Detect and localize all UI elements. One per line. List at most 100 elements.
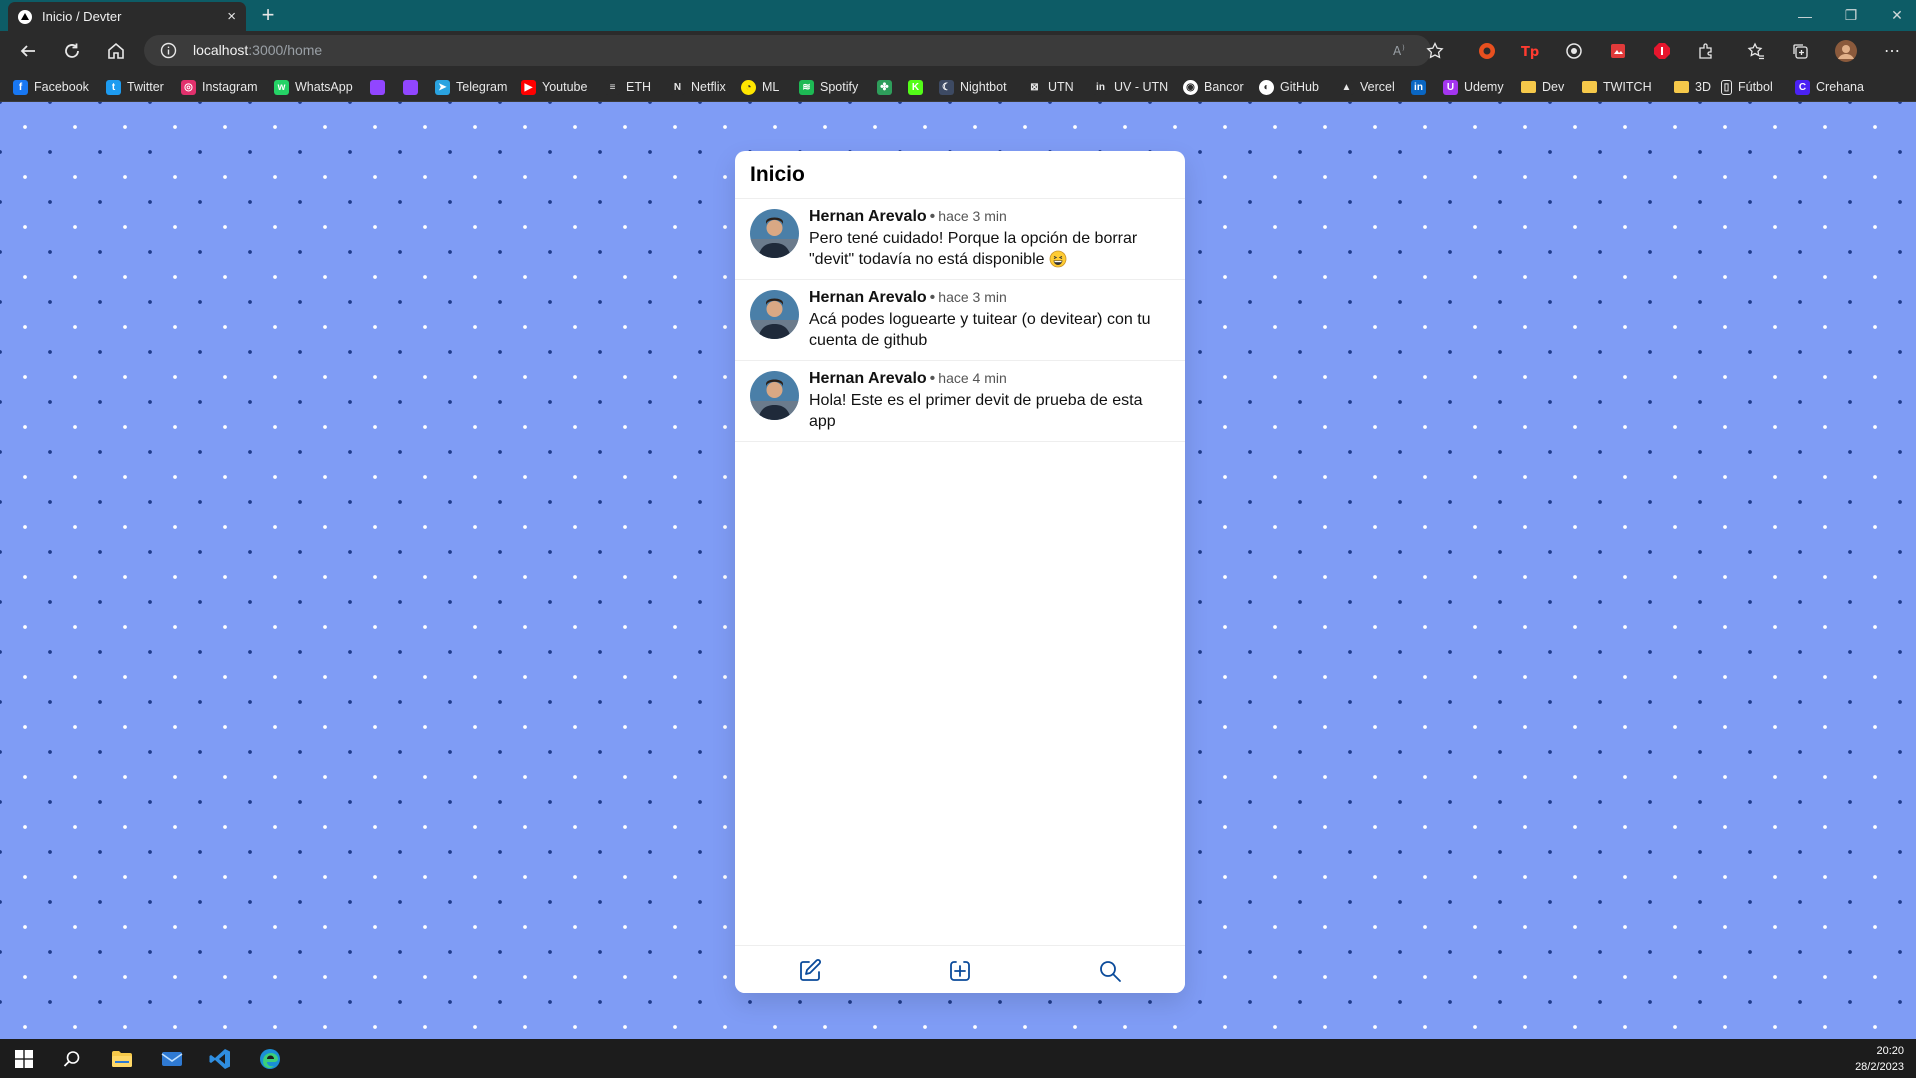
bookmark-eth[interactable]: ≡ ETH xyxy=(605,77,651,97)
taskbar-search-button[interactable] xyxy=(60,1047,84,1071)
bookmark-utn[interactable]: ⊠ UTN xyxy=(1027,77,1074,97)
windows-taskbar: 20:20 28/2/2023 xyxy=(0,1039,1916,1078)
devit-item[interactable]: Hernan Arevalo • hace 3 min Acá podes logu… xyxy=(735,280,1185,361)
bookmark-twitch[interactable] xyxy=(370,77,391,97)
bookmark-label: ML xyxy=(762,80,780,94)
home-button[interactable] xyxy=(102,37,130,65)
bookmark-linkedin[interactable]: in xyxy=(1411,77,1432,97)
browser-tab[interactable]: Inicio / Devter × xyxy=(8,2,246,31)
devit-time[interactable]: hace 3 min xyxy=(938,208,1006,224)
restore-button[interactable]: ❐ xyxy=(1828,0,1874,31)
bookmark-bancor[interactable]: ◉ Bancor xyxy=(1183,77,1244,97)
devit-time[interactable]: hace 3 min xyxy=(938,289,1006,305)
spotify-icon: ≋ xyxy=(799,79,814,95)
bookmark-twitter[interactable]: t Twitter xyxy=(106,77,164,97)
bookmark-label: Telegram xyxy=(456,80,508,94)
bookmark-whatsapp[interactable]: w WhatsApp xyxy=(274,77,353,97)
youtube-icon: ▶ xyxy=(521,79,536,95)
bookmark-label: Udemy xyxy=(1464,80,1504,94)
bookmark-label: Instagram xyxy=(202,80,258,94)
bookmark-instagram[interactable]: ◎ Instagram xyxy=(181,77,258,97)
devit-item[interactable]: Hernan Arevalo • hace 4 min Hola! Este es … xyxy=(735,361,1185,442)
uv-utn-icon: in xyxy=(1093,79,1108,95)
edge-browser-button[interactable] xyxy=(258,1047,282,1071)
new-tab-button[interactable]: + xyxy=(256,4,280,28)
folder-icon xyxy=(1521,81,1536,93)
grinning-emoji-icon xyxy=(1049,250,1066,268)
devit-author[interactable]: Hernan Arevalo xyxy=(809,208,927,225)
close-window-button[interactable]: ✕ xyxy=(1874,0,1916,31)
bookmark-netflix[interactable]: N Netflix xyxy=(670,77,726,97)
system-clock[interactable]: 20:20 28/2/2023 xyxy=(1855,1043,1904,1075)
bookmark-kick[interactable]: K xyxy=(908,77,929,97)
bookmark-label: ETH xyxy=(626,80,651,94)
collections-icon[interactable] xyxy=(1788,39,1812,63)
bookmark-label: TWITCH xyxy=(1603,80,1652,94)
devit-author[interactable]: Hernan Arevalo xyxy=(809,370,927,387)
bookmark-facebook[interactable]: f Facebook xyxy=(13,77,89,97)
bookmark-label: Dev xyxy=(1542,80,1565,94)
favorites-add-icon[interactable] xyxy=(1426,42,1444,60)
bookmark-f-tbol[interactable]: ▯ Fútbol xyxy=(1721,77,1773,97)
compose-devit-button[interactable] xyxy=(795,956,825,986)
bookmark-udemy[interactable]: U Udemy xyxy=(1443,77,1504,97)
svg-text:A: A xyxy=(1393,44,1402,58)
reload-button[interactable] xyxy=(58,37,86,65)
extensions-puzzle-icon[interactable] xyxy=(1694,39,1718,63)
bookmark-youtube[interactable]: ▶ Youtube xyxy=(521,77,587,97)
tab-close-icon[interactable]: × xyxy=(227,8,236,25)
search-button[interactable] xyxy=(1095,956,1125,986)
bookmark-clover[interactable]: ✤ xyxy=(877,77,898,97)
bookmark-3d[interactable]: 3D xyxy=(1674,77,1711,97)
bookmark-label: Spotify xyxy=(820,80,859,94)
bookmark-nightbot[interactable]: ☾ Nightbot xyxy=(939,77,1007,97)
extension-adblock-icon[interactable] xyxy=(1650,39,1674,63)
devit-item[interactable]: Hernan Arevalo • hace 3 min Pero tené cuid… xyxy=(735,199,1185,280)
bookmark-github[interactable]: ◐ GitHub xyxy=(1259,77,1319,97)
read-aloud-icon[interactable]: A) xyxy=(1392,42,1410,60)
telegram-icon: ➤ xyxy=(435,79,450,95)
more-menu-icon[interactable]: ⋯ xyxy=(1880,39,1904,63)
bookmark-label: WhatsApp xyxy=(295,80,353,94)
extension-brave-icon[interactable] xyxy=(1475,39,1499,63)
vscode-button[interactable] xyxy=(208,1047,232,1071)
devit-header: Hernan Arevalo • hace 4 min xyxy=(809,370,1007,388)
twitter-icon: t xyxy=(106,79,121,95)
favorites-icon[interactable] xyxy=(1744,39,1768,63)
profile-avatar[interactable] xyxy=(1834,39,1858,63)
extension-screenshot-icon[interactable] xyxy=(1606,39,1630,63)
minimize-button[interactable]: — xyxy=(1782,0,1828,31)
add-button[interactable] xyxy=(945,956,975,986)
bookmark-uv-utn[interactable]: in UV - UTN xyxy=(1093,77,1168,97)
bookmark-label: Fútbol xyxy=(1738,80,1773,94)
bookmark-telegram[interactable]: ➤ Telegram xyxy=(435,77,507,97)
bookmark-crehana[interactable]: C Crehana xyxy=(1795,77,1864,97)
site-info-icon[interactable] xyxy=(160,42,177,59)
extension-tp-icon[interactable]: Tp xyxy=(1518,39,1542,63)
avatar[interactable] xyxy=(750,290,799,339)
svg-text:Tp: Tp xyxy=(1521,45,1539,60)
bookmark-vercel[interactable]: ▲ Vercel xyxy=(1339,77,1395,97)
avatar[interactable] xyxy=(750,371,799,420)
bookmark-twitch[interactable] xyxy=(403,77,424,97)
address-bar[interactable]: localhost:3000/home A) xyxy=(144,35,1431,66)
mail-button[interactable] xyxy=(160,1047,184,1071)
back-button[interactable] xyxy=(14,37,42,65)
extension-target-icon[interactable] xyxy=(1562,39,1586,63)
url-text: localhost:3000/home xyxy=(193,42,322,58)
bookmark-twitch[interactable]: TWITCH xyxy=(1582,77,1652,97)
bookmark-spotify[interactable]: ≋ Spotify xyxy=(799,77,858,97)
bookmark-ml[interactable]: ◔ ML xyxy=(741,77,779,97)
start-button[interactable] xyxy=(12,1047,36,1071)
page-background: Inicio Hernan Arevalo • hace 3 min Pero te… xyxy=(0,102,1916,1039)
bookmark-dev[interactable]: Dev xyxy=(1521,77,1564,97)
avatar[interactable] xyxy=(750,209,799,258)
devit-author[interactable]: Hernan Arevalo xyxy=(809,289,927,306)
clock-date: 28/2/2023 xyxy=(1855,1061,1904,1073)
bookmark-label: GitHub xyxy=(1280,80,1319,94)
devit-time[interactable]: hace 4 min xyxy=(938,370,1006,386)
bookmark-label: Vercel xyxy=(1360,80,1395,94)
file-explorer-button[interactable] xyxy=(110,1047,134,1071)
devit-header: Hernan Arevalo • hace 3 min xyxy=(809,289,1007,307)
clover-icon: ✤ xyxy=(877,79,892,95)
